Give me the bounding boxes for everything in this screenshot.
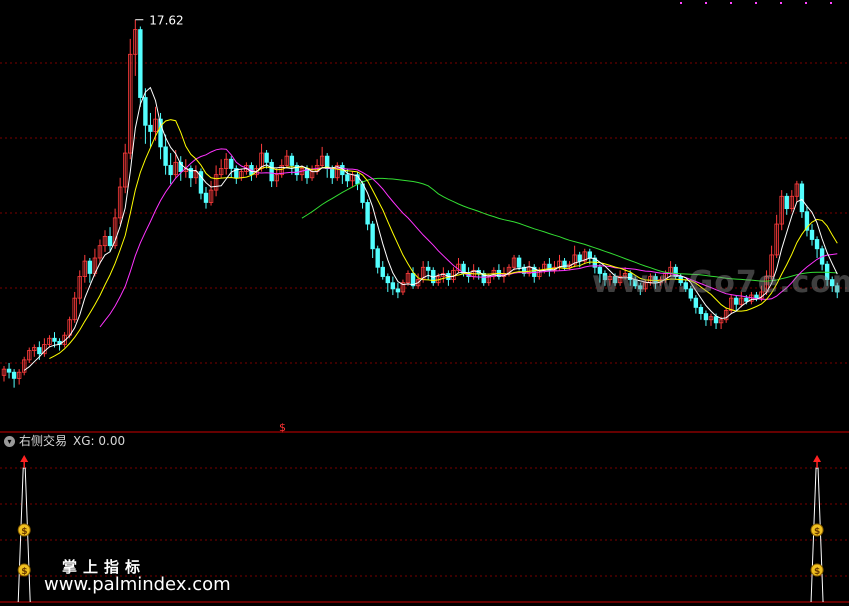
candle-body	[52, 337, 57, 342]
candle-body	[11, 371, 17, 379]
candle-body	[168, 165, 173, 176]
candle-body	[87, 260, 93, 274]
signal-arrow-icon	[813, 455, 822, 462]
corner-dot	[780, 2, 782, 4]
indicator-field: XG	[73, 434, 91, 448]
money-bag-glyph: $	[814, 527, 820, 537]
candle-body	[380, 266, 385, 277]
candle-body	[395, 288, 401, 293]
candle-body	[269, 161, 274, 182]
candle-body	[814, 239, 820, 250]
ma20-line	[99, 148, 838, 328]
corner-dot	[705, 2, 707, 4]
candle-body	[229, 158, 234, 169]
candle-body	[330, 168, 335, 179]
candle-body	[203, 192, 209, 203]
candle-body	[799, 183, 805, 213]
candle-body	[425, 266, 431, 271]
sub-indicator-header: ▾ 右侧交易 XG : 0.00	[4, 433, 125, 449]
candle-body	[138, 29, 143, 98]
candle-body	[703, 313, 709, 321]
money-bag-glyph: $	[21, 527, 27, 537]
candle-body	[784, 195, 789, 210]
money-bag-glyph: $	[814, 567, 820, 577]
candle-body	[577, 254, 582, 262]
candle-body	[143, 97, 148, 126]
dollar-marker: $	[279, 421, 286, 434]
watermark-url: www.palmindex.com	[44, 574, 231, 595]
candle-body	[516, 257, 522, 268]
candle-body	[365, 202, 370, 225]
corner-dot	[680, 2, 682, 4]
candle-body	[163, 146, 168, 166]
candle-body	[345, 174, 350, 182]
candle-body	[385, 276, 390, 284]
candle-body	[6, 368, 12, 373]
candle-body	[289, 155, 295, 166]
indicator-name: 右侧交易	[19, 434, 68, 448]
candle-body	[107, 236, 113, 247]
candle-body	[264, 152, 269, 163]
max-price-label: 17.62	[149, 14, 183, 28]
candle-body	[375, 248, 380, 268]
corner-dot	[755, 2, 757, 4]
corner-dot	[805, 2, 807, 4]
kline-chart: 17.62 $ $ $ $ $	[0, 2, 849, 603]
money-bag-glyph: $	[21, 567, 27, 577]
candle-body	[148, 124, 153, 132]
indicator-value: 0.00	[98, 434, 126, 448]
ma5-line	[23, 86, 838, 371]
candle-body	[713, 316, 719, 324]
corner-dot	[730, 2, 732, 4]
candle-body	[698, 307, 704, 314]
watermark-overlay: www.Go7e.com	[592, 265, 849, 300]
corner-dot	[830, 2, 832, 4]
signal-arrow-icon	[20, 455, 29, 462]
candle-body	[370, 223, 375, 250]
candle-body	[390, 282, 396, 290]
candle-body	[37, 347, 42, 355]
chevron-down-icon[interactable]: ▾	[4, 435, 15, 447]
candle-body	[809, 229, 815, 240]
candle-body	[587, 251, 592, 259]
